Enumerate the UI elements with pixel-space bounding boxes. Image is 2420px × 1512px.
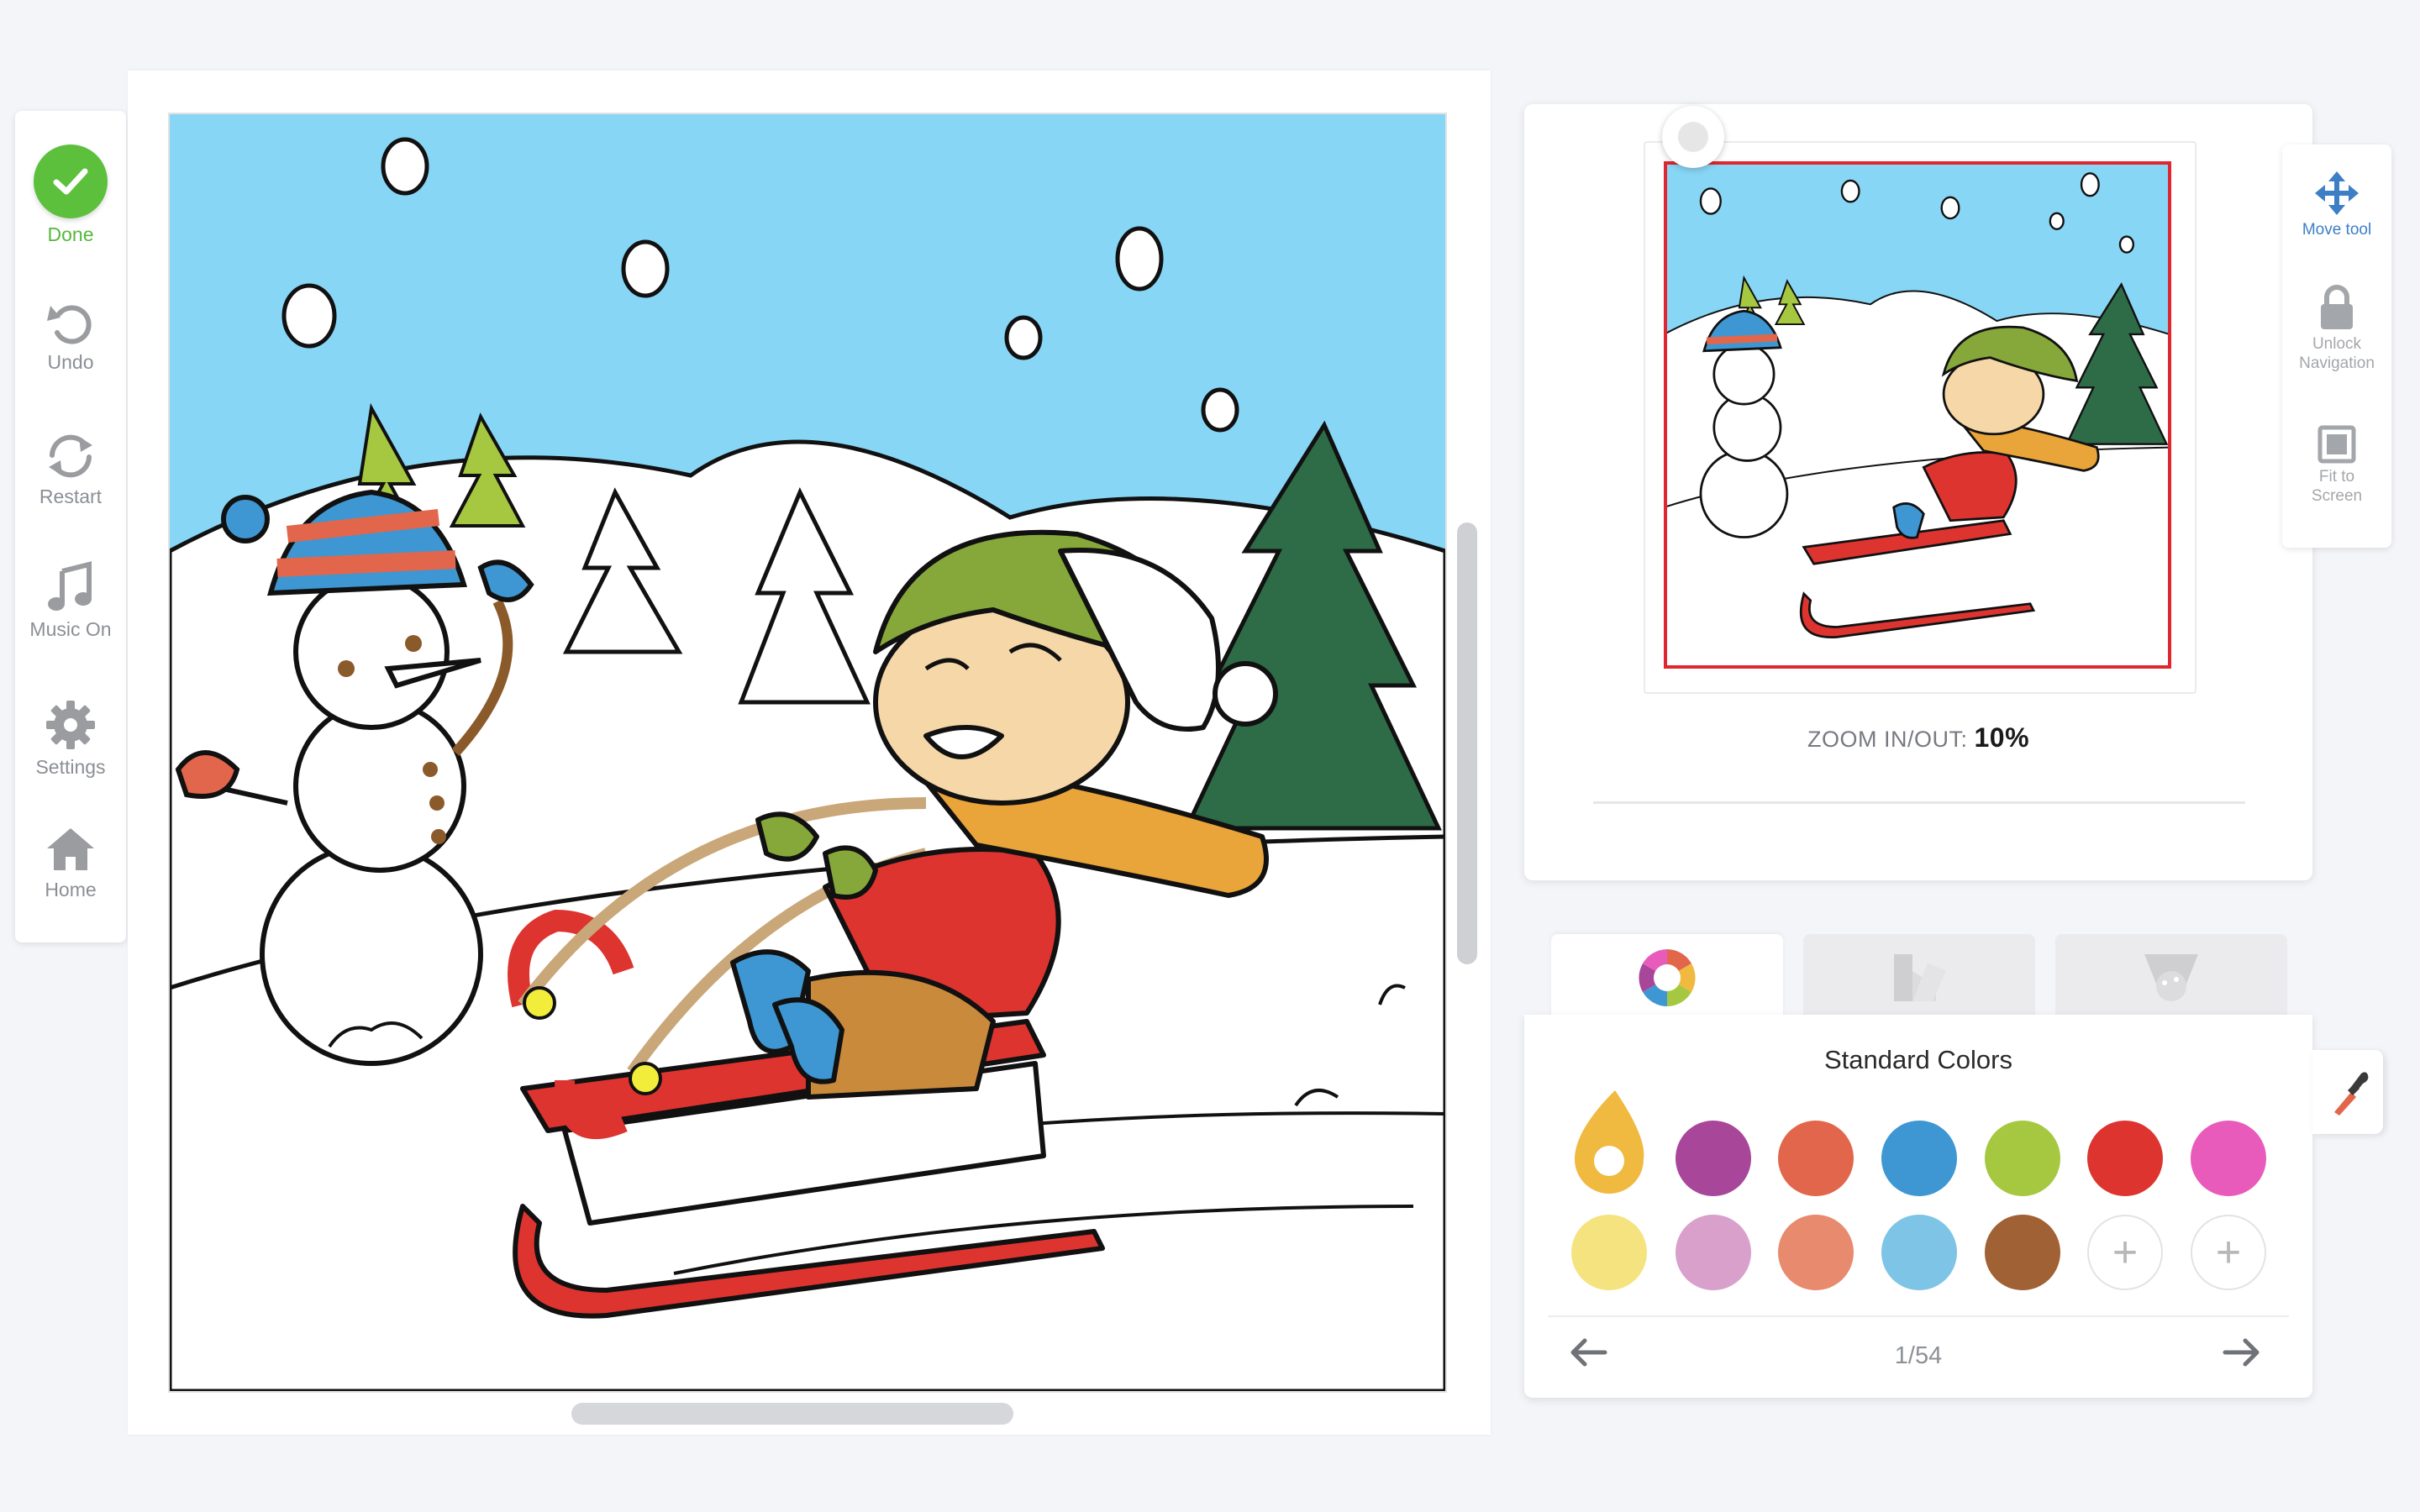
add-custom-color-button-2[interactable]: + bbox=[2191, 1215, 2266, 1290]
selected-color-drop[interactable] bbox=[1571, 1087, 1647, 1196]
swatch-row1-6[interactable] bbox=[2087, 1121, 2163, 1196]
swatch-row1-4[interactable] bbox=[1881, 1121, 1957, 1196]
eyedropper-tab[interactable] bbox=[2312, 1050, 2383, 1134]
gradient-palette-icon bbox=[1894, 954, 1946, 1001]
restart-button[interactable]: Restart bbox=[15, 432, 126, 508]
color-page-indicator: 1/54 bbox=[1894, 1342, 1943, 1369]
undo-button[interactable]: Undo bbox=[15, 299, 126, 374]
move-tool-label: Move tool bbox=[2302, 221, 2372, 239]
swatch-row1-3[interactable] bbox=[1778, 1121, 1854, 1196]
plus-icon: + bbox=[2215, 1228, 2242, 1277]
swatch-row2-2[interactable] bbox=[1676, 1215, 1751, 1290]
restart-icon bbox=[49, 434, 92, 478]
left-toolbar: Done Undo Restart Music On Settings Home bbox=[15, 111, 126, 942]
zoom-label: ZOOM IN/OUT: 10% bbox=[1524, 722, 2312, 753]
swatch-row1-5[interactable] bbox=[1985, 1121, 2060, 1196]
colors-title: Standard Colors bbox=[1823, 1045, 2012, 1074]
swatch-row1-7[interactable] bbox=[2191, 1121, 2266, 1196]
navigation-tools-panel: Move tool Unlock Navigation Fit to Scree… bbox=[2282, 144, 2391, 548]
plus-icon: + bbox=[2112, 1228, 2139, 1277]
vertical-scrollbar[interactable] bbox=[1457, 522, 1477, 964]
tab-standard-colors[interactable] bbox=[1551, 934, 1783, 1026]
zoom-slider-track[interactable] bbox=[1593, 801, 2245, 804]
pager-divider bbox=[1548, 1315, 2289, 1317]
lock-icon bbox=[2321, 285, 2353, 329]
navigator-thumbnail[interactable] bbox=[1664, 161, 2170, 667]
fit-label-line2: Screen bbox=[2311, 487, 2363, 505]
tab-gradient-colors[interactable] bbox=[1803, 934, 2035, 1018]
tab-pattern-colors[interactable] bbox=[2055, 934, 2287, 1018]
navigator-panel: ZOOM IN/OUT: 10% bbox=[1524, 104, 2312, 880]
fit-to-screen-button[interactable]: Fit to Screen bbox=[2282, 425, 2391, 506]
eyedropper-icon bbox=[2334, 1072, 2369, 1116]
swatch-row2-1[interactable] bbox=[1571, 1215, 1647, 1290]
gear-icon bbox=[46, 701, 95, 749]
unlock-label-line1: Unlock bbox=[2312, 335, 2362, 353]
navigator-thumbnail-frame bbox=[1644, 141, 2196, 694]
fit-screen-icon bbox=[2317, 425, 2356, 464]
zoom-label-text: ZOOM IN/OUT: bbox=[1807, 727, 1968, 752]
colors-panel: Standard Colors + + 1/54 bbox=[1524, 1015, 2312, 1398]
unlock-label-line2: Navigation bbox=[2299, 354, 2375, 372]
horizontal-scrollbar[interactable] bbox=[571, 1403, 1013, 1425]
undo-icon bbox=[47, 305, 92, 344]
pattern-cup-icon bbox=[2144, 954, 2198, 1001]
swatch-row2-5[interactable] bbox=[1985, 1215, 2060, 1290]
zoom-slider-handle[interactable] bbox=[1662, 106, 1724, 168]
home-label: Home bbox=[45, 879, 97, 900]
fit-label-line1: Fit to bbox=[2318, 468, 2355, 486]
next-page-arrow-icon[interactable] bbox=[2222, 1336, 2262, 1369]
move-tool-button[interactable]: Move tool bbox=[2282, 170, 2391, 239]
settings-label: Settings bbox=[35, 756, 106, 778]
thumbnail-artwork bbox=[1664, 161, 2170, 667]
zoom-value: 10% bbox=[1974, 722, 2030, 753]
color-wheel-icon bbox=[1639, 949, 1696, 1006]
unlock-navigation-button[interactable]: Unlock Navigation bbox=[2282, 284, 2391, 373]
winter-sled-artwork bbox=[170, 114, 1445, 1391]
music-toggle[interactable]: Music On bbox=[15, 561, 126, 641]
swatch-row2-3[interactable] bbox=[1778, 1215, 1854, 1290]
checkmark-icon bbox=[34, 144, 108, 218]
swatch-row1-2[interactable] bbox=[1676, 1121, 1751, 1196]
home-button[interactable]: Home bbox=[15, 825, 126, 901]
done-button[interactable]: Done bbox=[15, 144, 126, 246]
add-custom-color-button[interactable]: + bbox=[2087, 1215, 2163, 1290]
coloring-canvas[interactable] bbox=[168, 113, 1447, 1393]
music-note-icon bbox=[48, 561, 92, 611]
settings-button[interactable]: Settings bbox=[15, 699, 126, 779]
done-label: Done bbox=[47, 223, 94, 245]
move-arrows-icon bbox=[2315, 171, 2359, 215]
swatch-row2-4[interactable] bbox=[1881, 1215, 1957, 1290]
home-icon bbox=[47, 828, 94, 870]
music-label: Music On bbox=[29, 618, 112, 640]
drawing-canvas-panel bbox=[128, 71, 1491, 1435]
restart-label: Restart bbox=[39, 486, 103, 507]
undo-label: Undo bbox=[47, 351, 94, 373]
